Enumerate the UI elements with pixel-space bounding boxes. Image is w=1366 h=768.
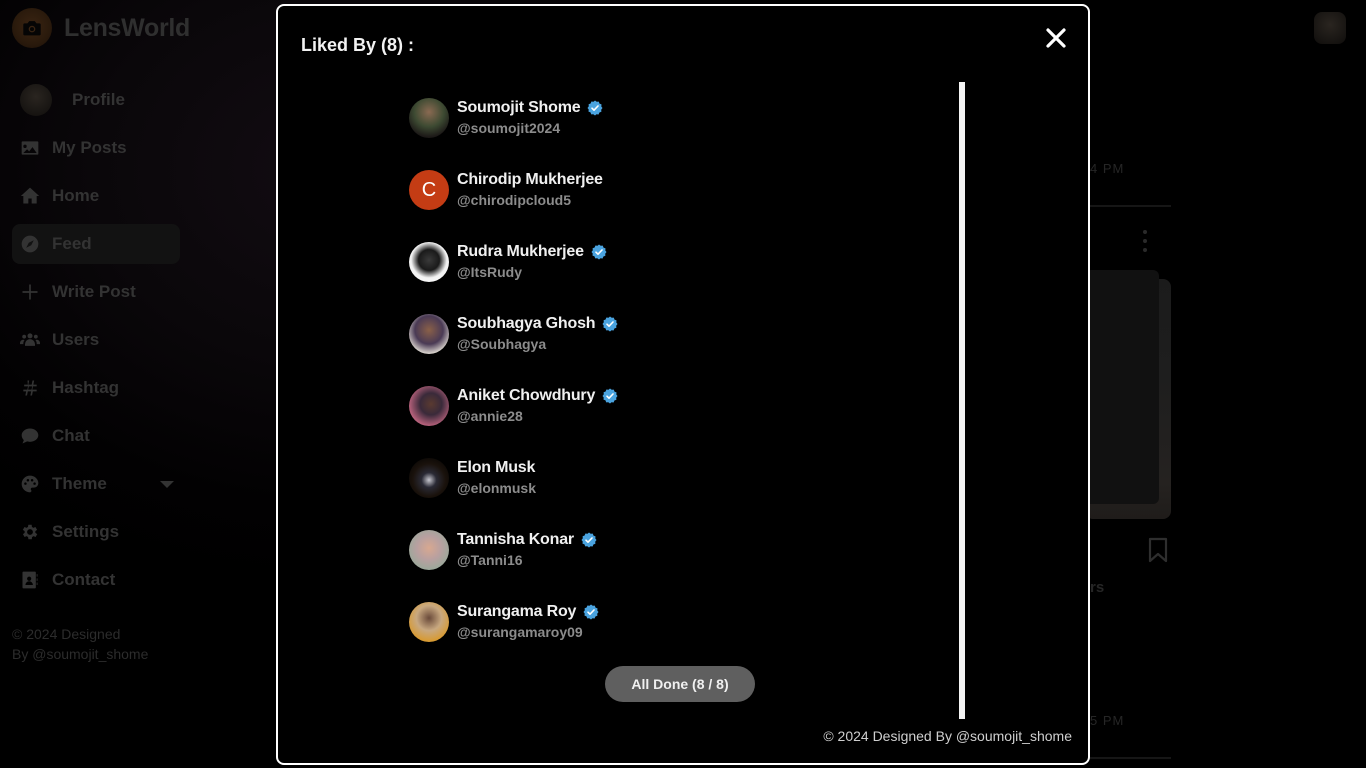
sidebar-footer-line1: © 2024 Designed [12, 626, 121, 642]
avatar[interactable]: C [409, 170, 449, 210]
liker-handle: @elonmusk [457, 480, 537, 496]
all-done-button[interactable]: All Done (8 / 8) [605, 666, 755, 702]
sidebar-item-label: Contact [52, 570, 116, 589]
bookmark-icon[interactable] [1148, 537, 1168, 563]
sidebar-item-profile[interactable]: Profile [12, 80, 180, 120]
avatar[interactable] [409, 242, 449, 282]
sidebar-item-theme[interactable]: Theme [12, 464, 180, 504]
contact-icon [20, 570, 40, 590]
sidebar-item-label: Users [52, 330, 100, 349]
plus-icon [20, 282, 40, 302]
liker-handle: @Tanni16 [457, 552, 523, 568]
sidebar-item-label: Settings [52, 522, 120, 541]
post-timestamp: 4 PM [1090, 161, 1125, 176]
modal-title: Liked By (8) : [301, 35, 415, 55]
sidebar-item-label: Feed [52, 234, 92, 253]
profile-avatar [20, 84, 52, 116]
liker-name[interactable]: Soubhagya Ghosh [457, 315, 596, 333]
image-icon [20, 138, 40, 158]
likers-list: Soumojit Shome @soumojit2024 C Chirodip … [409, 98, 829, 674]
users-icon [20, 330, 40, 350]
liker-name[interactable]: Elon Musk [457, 459, 535, 477]
liker-handle: @Soubhagya [457, 336, 547, 352]
liker-item[interactable]: Surangama Roy @surangamaroy09 [409, 602, 829, 674]
sidebar-item-hashtag[interactable]: Hashtag [12, 368, 180, 408]
sidebar-item-label: Home [52, 186, 100, 205]
liker-item[interactable]: Tannisha Konar @Tanni16 [409, 530, 829, 602]
liker-handle: @chirodipcloud5 [457, 192, 571, 208]
close-icon [1046, 28, 1066, 48]
liker-item[interactable]: Aniket Chowdhury @annie28 [409, 386, 829, 458]
liked-by-modal: Liked By (8) : Soumojit Shome @soumojit2… [276, 4, 1090, 765]
home-icon [20, 186, 40, 206]
sidebar-item-label: Profile [72, 90, 125, 109]
liker-item[interactable]: C Chirodip Mukherjee @chirodipcloud5 [409, 170, 829, 242]
post-timestamp: 5 PM [1090, 713, 1125, 728]
sidebar-item-contact[interactable]: Contact [12, 560, 180, 600]
avatar[interactable] [409, 386, 449, 426]
sidebar-item-settings[interactable]: Settings [12, 512, 180, 552]
sidebar-item-label: Theme [52, 474, 107, 493]
sidebar-nav: Profile My Posts Home Feed Write Post Us… [12, 80, 180, 608]
sidebar-item-feed[interactable]: Feed [12, 224, 180, 264]
palette-icon [20, 474, 40, 494]
sidebar-item-my-posts[interactable]: My Posts [12, 128, 180, 168]
more-options-icon[interactable] [1140, 230, 1150, 252]
avatar[interactable] [409, 314, 449, 354]
liker-handle: @annie28 [457, 408, 523, 424]
close-button[interactable] [1043, 25, 1069, 51]
avatar[interactable] [409, 98, 449, 138]
chat-icon [20, 426, 40, 446]
brand[interactable]: LensWorld [12, 8, 190, 48]
sidebar-item-write-post[interactable]: Write Post [12, 272, 180, 312]
sidebar-item-label: My Posts [52, 138, 127, 157]
avatar[interactable] [409, 602, 449, 642]
post-caption: rs [1090, 579, 1105, 596]
verified-badge-icon [581, 532, 597, 548]
avatar[interactable] [409, 458, 449, 498]
liker-handle: @surangamaroy09 [457, 624, 583, 640]
verified-badge-icon [591, 244, 607, 260]
liker-handle: @ItsRudy [457, 264, 522, 280]
user-avatar[interactable] [1314, 12, 1346, 44]
modal-footer: © 2024 Designed By @soumojit_shome [823, 728, 1072, 744]
post-divider [1090, 757, 1171, 759]
sidebar-item-label: Hashtag [52, 378, 120, 397]
camera-icon [12, 8, 52, 48]
sidebar-footer-line2: By @soumojit_shome [12, 646, 149, 662]
liker-item[interactable]: Soubhagya Ghosh @Soubhagya [409, 314, 829, 386]
liker-name[interactable]: Surangama Roy [457, 603, 576, 621]
liker-name[interactable]: Tannisha Konar [457, 531, 574, 549]
liker-item[interactable]: Elon Musk @elonmusk [409, 458, 829, 530]
sidebar-item-label: Write Post [52, 282, 136, 301]
liker-name[interactable]: Rudra Mukherjee [457, 243, 584, 261]
liker-name[interactable]: Aniket Chowdhury [457, 387, 595, 405]
brand-name: LensWorld [64, 13, 191, 42]
verified-badge-icon [602, 388, 618, 404]
gear-icon [20, 522, 40, 542]
liker-item[interactable]: Soumojit Shome @soumojit2024 [409, 98, 829, 170]
sidebar-item-label: Chat [52, 426, 90, 445]
chevron-down-icon[interactable] [160, 480, 174, 488]
compass-icon [20, 234, 40, 254]
liker-handle: @soumojit2024 [457, 120, 561, 136]
verified-badge-icon [583, 604, 599, 620]
hashtag-icon [20, 378, 40, 398]
sidebar-item-chat[interactable]: Chat [12, 416, 180, 456]
liker-name[interactable]: Chirodip Mukherjee [457, 171, 603, 189]
verified-badge-icon [587, 100, 603, 116]
sidebar-footer: © 2024 Designed By @soumojit_shome [12, 624, 182, 664]
verified-badge-icon [602, 316, 618, 332]
avatar[interactable] [409, 530, 449, 570]
liker-item[interactable]: Rudra Mukherjee @ItsRudy [409, 242, 829, 314]
liker-name[interactable]: Soumojit Shome [457, 99, 581, 117]
sidebar-item-home[interactable]: Home [12, 176, 180, 216]
post-image-overlay [1085, 270, 1159, 504]
scrollbar[interactable] [959, 82, 965, 719]
sidebar-item-users[interactable]: Users [12, 320, 180, 360]
post-divider [1090, 205, 1171, 207]
